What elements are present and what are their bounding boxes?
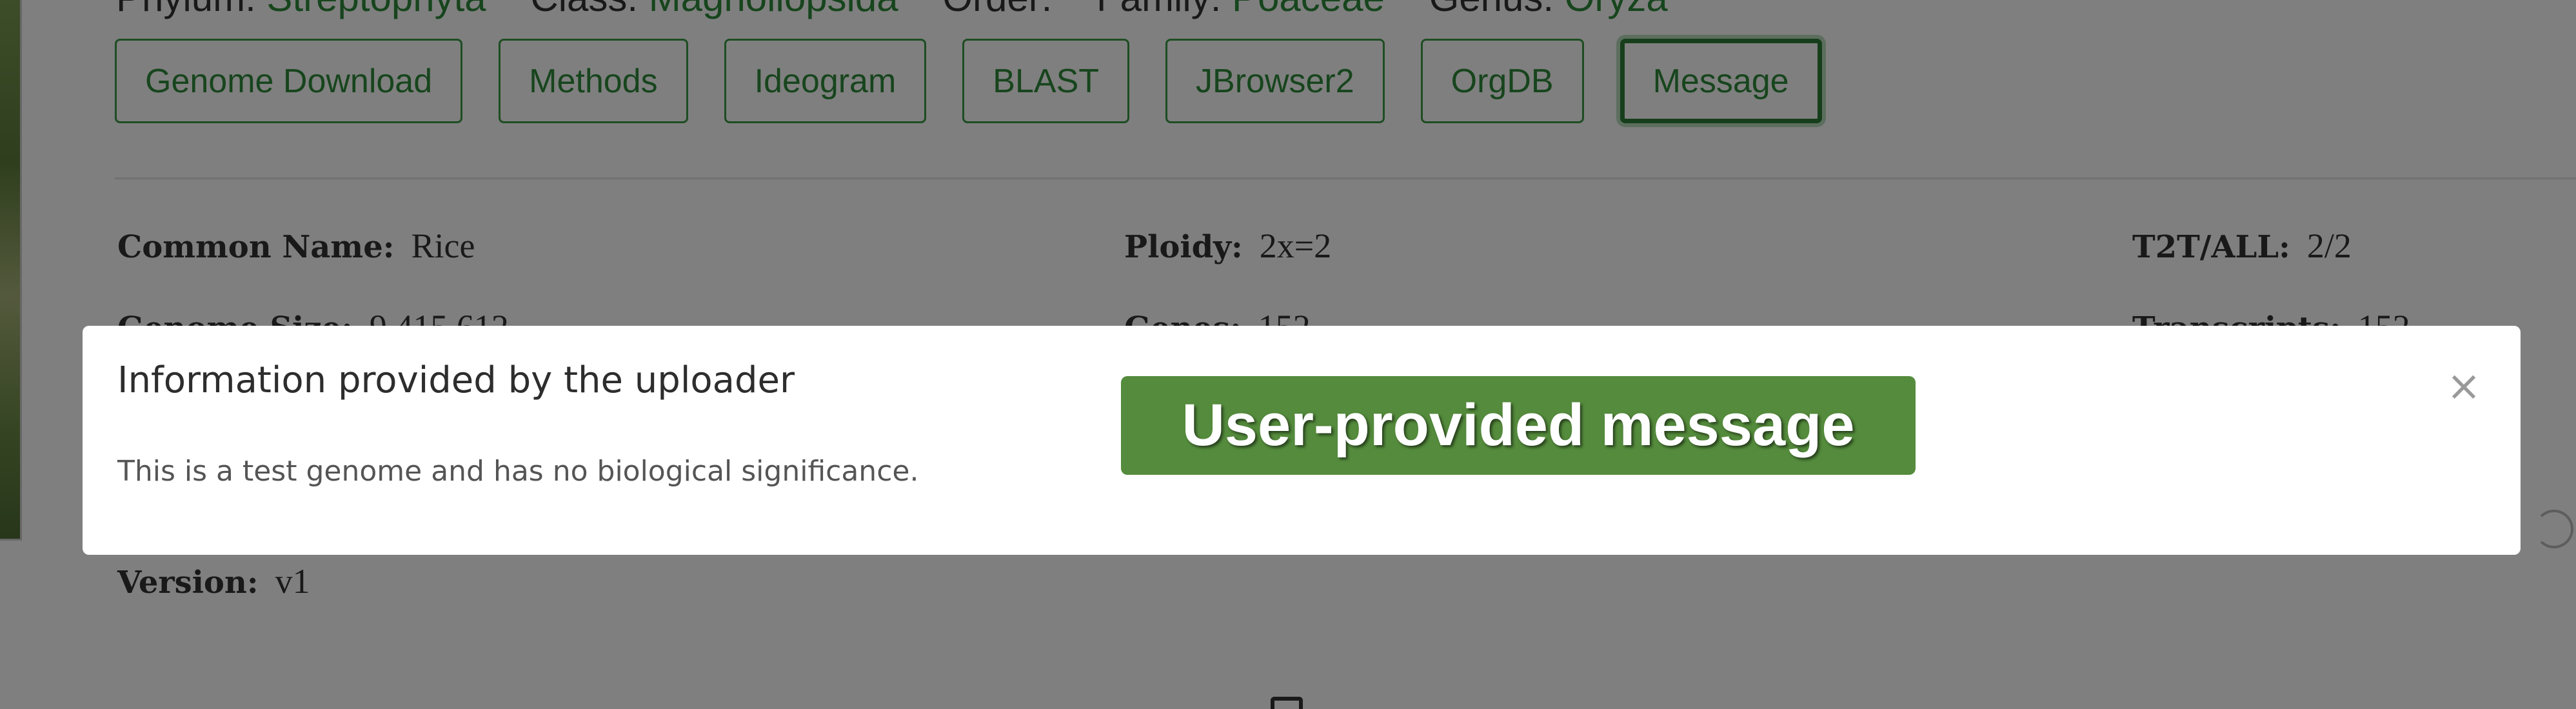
user-provided-message-banner: User-provided message: [1121, 376, 1916, 475]
close-icon[interactable]: ×: [2444, 366, 2483, 407]
modal-body-text: This is a test genome and has no biologi…: [117, 455, 919, 488]
genome-detail-page: Phylum: Streptophyta Class: Magnoliopsid…: [0, 0, 2576, 709]
modal-title: Information provided by the uploader: [117, 359, 795, 401]
